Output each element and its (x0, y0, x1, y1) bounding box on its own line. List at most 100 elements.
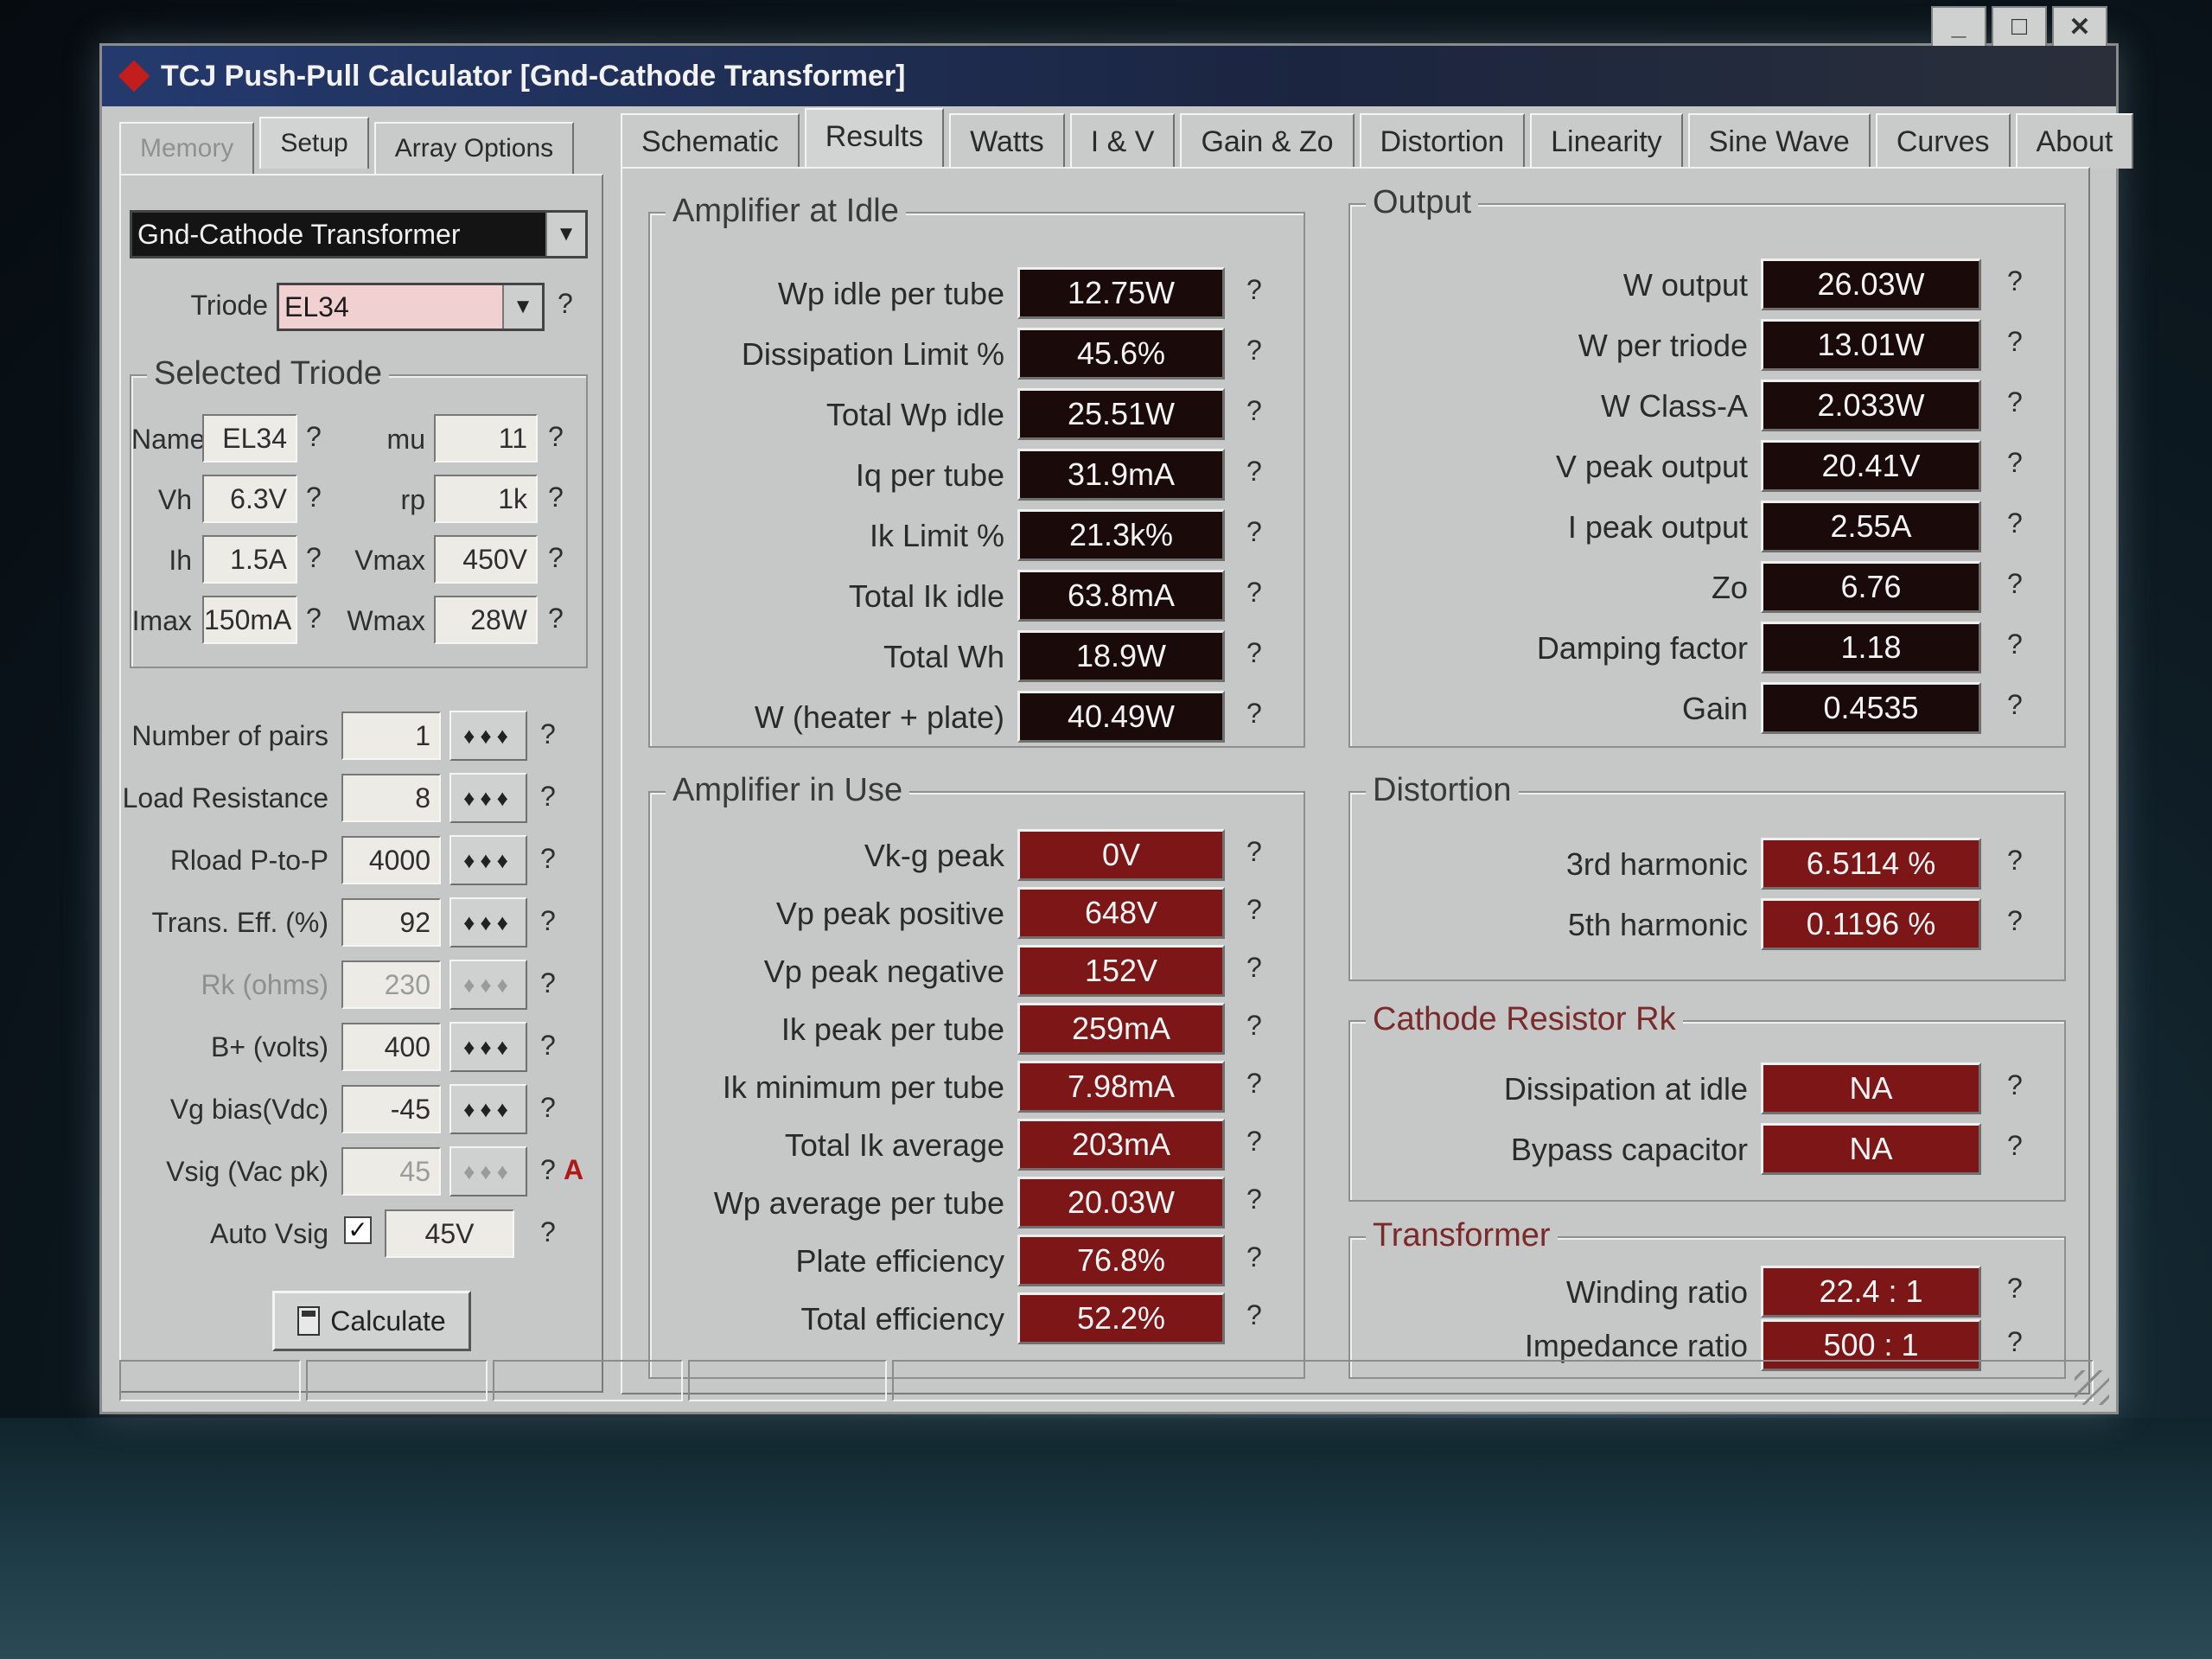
rload-input[interactable]: 4000 (341, 836, 441, 884)
help-icon[interactable]: ? (540, 1154, 556, 1186)
vg-bias-spinner[interactable]: ♦♦♦ (449, 1084, 527, 1134)
app-window: _ □ ✕ TCJ Push-Pull Calculator [Gnd-Cath… (99, 6, 2134, 1414)
help-icon[interactable]: ? (1246, 952, 1262, 984)
help-icon[interactable]: ? (2007, 326, 2023, 358)
help-icon[interactable]: ? (540, 1216, 556, 1248)
help-icon[interactable]: ? (1246, 456, 1262, 488)
help-icon[interactable]: ? (2007, 386, 2023, 418)
tab-i-v[interactable]: I & V (1069, 113, 1176, 169)
calculate-label: Calculate (330, 1305, 446, 1337)
rload-spinner[interactable]: ♦♦♦ (449, 835, 527, 885)
help-icon[interactable]: ? (1246, 1010, 1262, 1042)
pairs-input[interactable]: 1 (341, 711, 441, 760)
help-icon[interactable]: ? (540, 1030, 556, 1062)
help-icon[interactable]: ? (1246, 1068, 1262, 1100)
triode-select[interactable]: EL34 ▼ (277, 283, 545, 331)
triode-label: Triode (190, 290, 268, 321)
help-icon[interactable]: ? (2007, 629, 2023, 660)
calculate-button[interactable]: Calculate (272, 1291, 471, 1351)
vsig-spinner[interactable]: ♦♦♦ (449, 1146, 527, 1196)
rk-spinner[interactable]: ♦♦♦ (449, 960, 527, 1010)
help-icon[interactable]: ? (2007, 265, 2023, 297)
status-cell (688, 1360, 887, 1401)
help-icon[interactable]: ? (558, 288, 573, 320)
help-icon[interactable]: ? (306, 603, 322, 635)
help-icon[interactable]: ? (1246, 274, 1262, 306)
imax-field: 150mA (202, 596, 297, 644)
help-icon[interactable]: ? (548, 542, 564, 574)
help-icon[interactable]: ? (540, 967, 556, 999)
result-label: Winding ratio (1565, 1274, 1748, 1310)
help-icon[interactable]: ? (2007, 568, 2023, 600)
name-field: EL34 (202, 414, 297, 463)
help-icon[interactable]: ? (1246, 1299, 1262, 1331)
trans-eff-spinner[interactable]: ♦♦♦ (449, 897, 527, 948)
help-icon[interactable]: ? (2007, 1069, 2023, 1101)
resize-grip-icon[interactable] (2075, 1370, 2109, 1405)
tab-memory[interactable]: Memory (119, 122, 255, 174)
chevron-down-icon[interactable]: ▼ (502, 285, 542, 329)
tab-about[interactable]: About (2015, 113, 2134, 169)
help-icon[interactable]: ? (1246, 516, 1262, 548)
chevron-down-icon[interactable]: ▼ (545, 213, 585, 256)
result-value: 76.8% (1017, 1235, 1225, 1286)
help-icon[interactable]: ? (2007, 507, 2023, 539)
help-icon[interactable]: ? (540, 781, 556, 813)
help-icon[interactable]: ? (548, 603, 564, 635)
help-icon[interactable]: ? (2007, 447, 2023, 479)
tab-setup[interactable]: Setup (259, 117, 369, 169)
help-icon[interactable]: ? (540, 1092, 556, 1124)
tab-distortion[interactable]: Distortion (1359, 113, 1526, 169)
help-icon[interactable]: ? (540, 905, 556, 937)
help-icon[interactable]: ? (1246, 698, 1262, 730)
result-label: Vp peak positive (775, 896, 1004, 931)
help-icon[interactable]: ? (1246, 335, 1262, 367)
trans-eff-input[interactable]: 92 (341, 898, 441, 947)
help-icon[interactable]: ? (540, 718, 556, 750)
minimize-button[interactable]: _ (1931, 6, 1986, 48)
load-resistance-input[interactable]: 8 (341, 774, 441, 822)
result-label: W output (1622, 267, 1748, 303)
help-icon[interactable]: ? (1246, 836, 1262, 868)
auto-vsig-checkbox[interactable]: ✓ (344, 1216, 372, 1244)
help-icon[interactable]: ? (1246, 637, 1262, 669)
bplus-input[interactable]: 400 (341, 1023, 441, 1071)
help-icon[interactable]: ? (1246, 1184, 1262, 1216)
close-button[interactable]: ✕ (2052, 6, 2107, 48)
help-icon[interactable]: ? (1246, 395, 1262, 427)
bplus-spinner[interactable]: ♦♦♦ (449, 1022, 527, 1072)
tab-sine-wave[interactable]: Sine Wave (1687, 113, 1871, 169)
help-icon[interactable]: ? (2007, 1273, 2023, 1305)
help-icon[interactable]: ? (1246, 1241, 1262, 1273)
help-icon[interactable]: ? (2007, 845, 2023, 877)
vsig-input[interactable]: 45 (341, 1147, 441, 1196)
help-icon[interactable]: ? (548, 482, 564, 514)
topology-select[interactable]: Gnd-Cathode Transformer ▼ (130, 210, 588, 258)
window-title: TCJ Push-Pull Calculator [Gnd-Cathode Tr… (161, 59, 906, 93)
pairs-spinner[interactable]: ♦♦♦ (449, 711, 527, 761)
help-icon[interactable]: ? (2007, 1326, 2023, 1358)
help-icon[interactable]: ? (1246, 1126, 1262, 1158)
tab-results[interactable]: Results (804, 108, 945, 169)
tab-linearity[interactable]: Linearity (1530, 113, 1683, 169)
tab-gain-zo[interactable]: Gain & Zo (1180, 113, 1355, 169)
help-icon[interactable]: ? (306, 542, 322, 574)
help-icon[interactable]: ? (540, 843, 556, 875)
help-icon[interactable]: ? (306, 421, 322, 453)
load-resistance-spinner[interactable]: ♦♦♦ (449, 773, 527, 823)
help-icon[interactable]: ? (2007, 689, 2023, 721)
rk-input[interactable]: 230 (341, 960, 441, 1009)
tab-array-options[interactable]: Array Options (373, 122, 575, 174)
help-icon[interactable]: ? (1246, 894, 1262, 926)
maximize-button[interactable]: □ (1992, 6, 2047, 48)
auto-vsig-label: Auto Vsig (210, 1218, 328, 1249)
tab-curves[interactable]: Curves (1875, 113, 2011, 169)
tab-watts[interactable]: Watts (949, 113, 1065, 169)
help-icon[interactable]: ? (548, 421, 564, 453)
vg-bias-input[interactable]: -45 (341, 1085, 441, 1133)
help-icon[interactable]: ? (2007, 905, 2023, 937)
help-icon[interactable]: ? (2007, 1130, 2023, 1162)
tab-schematic[interactable]: Schematic (621, 113, 800, 169)
help-icon[interactable]: ? (306, 482, 322, 514)
help-icon[interactable]: ? (1246, 577, 1262, 609)
